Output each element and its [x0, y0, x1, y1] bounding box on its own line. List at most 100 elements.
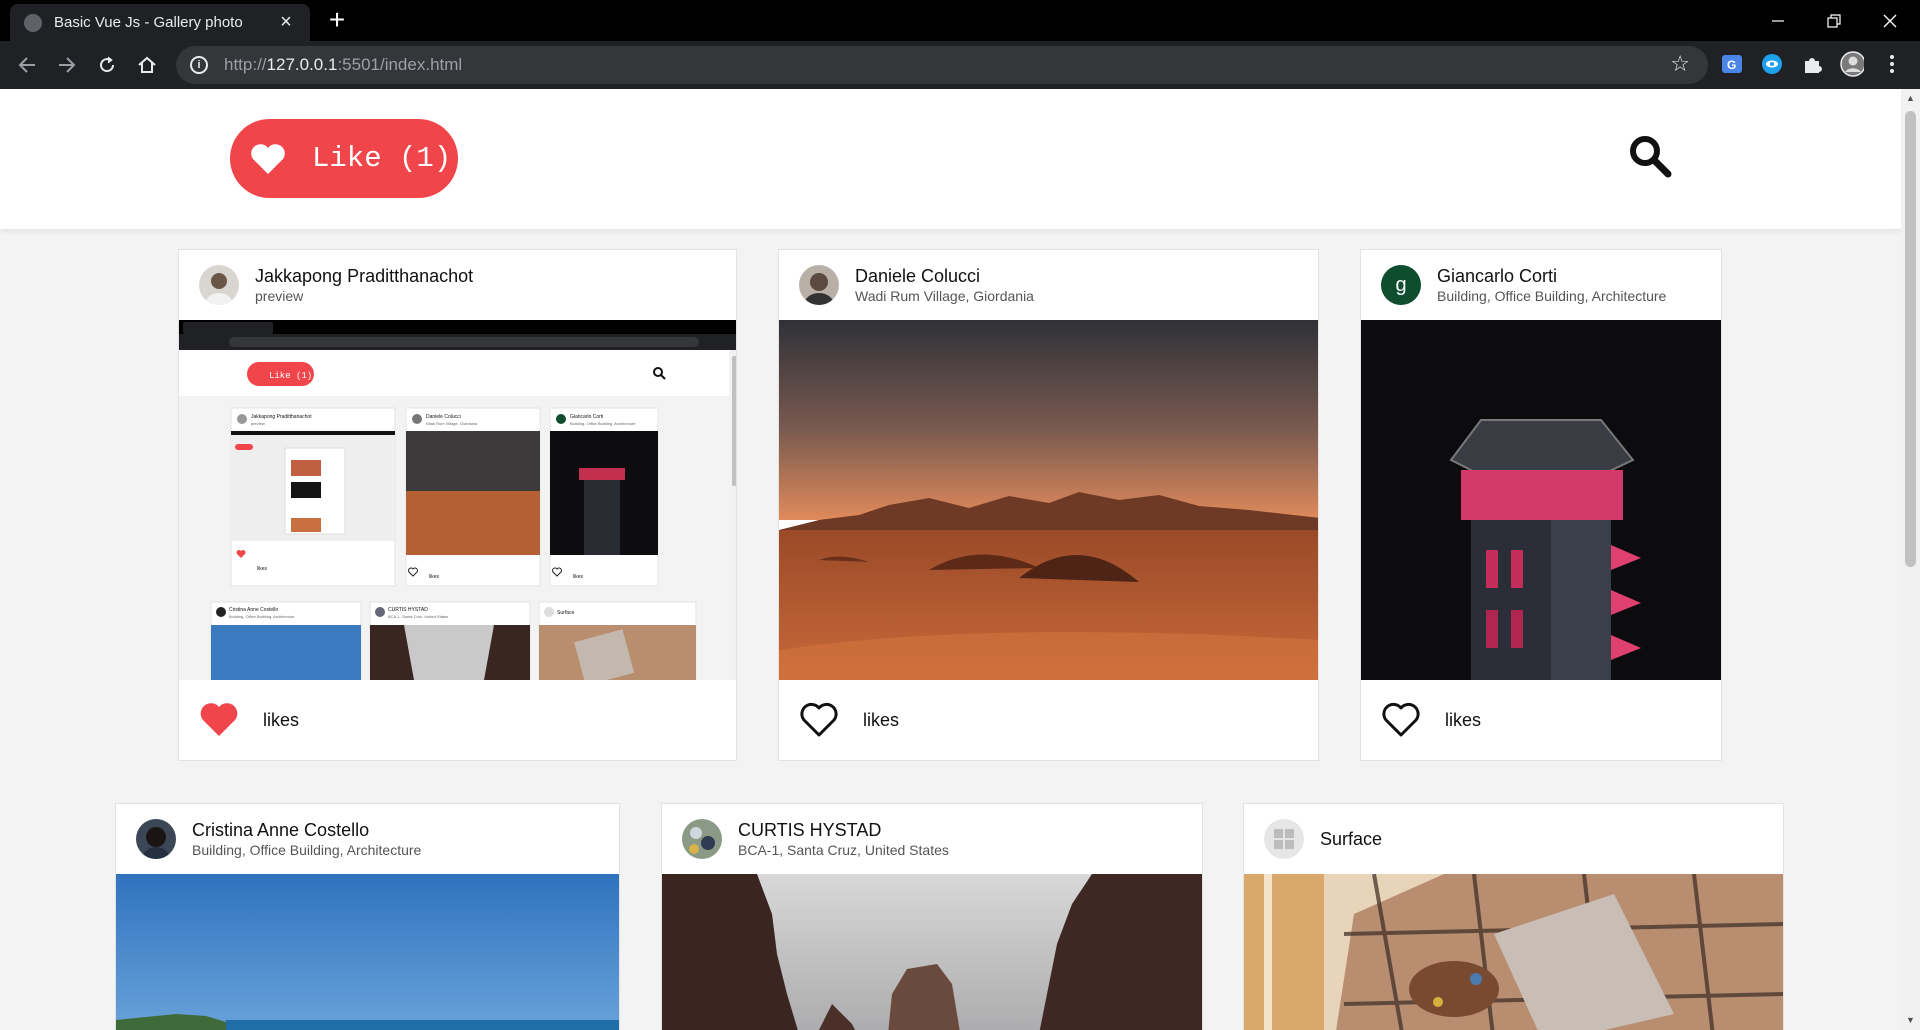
tab-title: Basic Vue Js - Gallery photo [54, 14, 243, 31]
close-icon [1883, 14, 1897, 27]
heart-filled-icon[interactable] [199, 702, 239, 738]
preview-user-location: preview [251, 421, 265, 426]
scrollbar-thumb[interactable] [1905, 111, 1916, 567]
user-name[interactable]: Giancarlo Corti [1437, 266, 1666, 287]
user-location: Building, Office Building, Architecture [192, 841, 422, 858]
translate-extension-icon[interactable]: G [1720, 52, 1744, 76]
avatar-letter: g [1381, 265, 1421, 305]
avatar [136, 819, 176, 859]
page-viewport: Like (1) Jakkapong Praditthanachot previ… [0, 89, 1901, 1030]
preview-user-name: Giancarlo Corti [570, 414, 603, 420]
photo-card: Surface [1243, 803, 1784, 1030]
extension-eye-icon[interactable] [1760, 52, 1784, 76]
minimize-button[interactable] [1750, 0, 1806, 41]
menu-kebab-icon[interactable] [1880, 52, 1904, 76]
preview-user-name: CURTIS HYSTAD [388, 607, 428, 613]
preview-user-name: Daniele Colucci [426, 414, 461, 420]
address-bar[interactable]: i http://127.0.0.1:5501/index.html ☆ [176, 46, 1708, 84]
preview-likes-label: likes [573, 574, 584, 580]
globe-icon [24, 13, 42, 32]
photo-card: Daniele Colucci Wadi Rum Village, Giorda… [778, 249, 1319, 761]
user-location: BCA-1, Santa Cruz, United States [738, 841, 949, 858]
user-location: preview [255, 287, 304, 304]
avatar [682, 819, 722, 859]
preview-user-location: BCA-1, Santa Cruz, United States [388, 614, 448, 619]
card-header: g Giancarlo Corti Building, Office Build… [1361, 250, 1721, 320]
site-header: Like (1) [0, 89, 1901, 229]
card-header: Cristina Anne Costello Building, Office … [116, 804, 619, 874]
forward-button[interactable] [52, 50, 82, 80]
minimize-icon [1772, 19, 1784, 22]
user-name[interactable]: CURTIS HYSTAD [738, 820, 949, 841]
scroll-up-icon[interactable]: ▲ [1905, 93, 1916, 104]
user-location: Building, Office Building, Architecture [1437, 287, 1667, 304]
svg-text:G: G [1727, 58, 1736, 72]
like-counter-label: Like (1) [312, 142, 452, 175]
arrow-right-icon [59, 57, 76, 73]
likes-label: likes [863, 709, 900, 730]
preview-user-location: Building, Office Building, Architecture [229, 614, 295, 619]
desert-photo[interactable] [779, 320, 1318, 680]
close-window-button[interactable] [1862, 0, 1918, 41]
preview-user-name: Cristina Anne Costello [229, 607, 278, 613]
user-name[interactable]: Surface [1320, 829, 1382, 850]
restore-icon [1827, 13, 1841, 28]
sea-stack-photo[interactable] [662, 874, 1202, 1030]
likes-label: likes [1445, 709, 1482, 730]
search-button[interactable] [1628, 134, 1672, 178]
card-header: Surface [1244, 804, 1783, 874]
home-button[interactable] [132, 50, 162, 80]
card-header: CURTIS HYSTAD BCA-1, Santa Cruz, United … [662, 804, 1202, 874]
user-name[interactable]: Jakkapong Praditthanachot [255, 266, 473, 287]
card-footer: likes [179, 680, 736, 760]
surface-laptop-photo[interactable] [1244, 874, 1783, 1030]
user-location: Wadi Rum Village, Giordania [855, 287, 1034, 304]
puzzle-extensions-icon[interactable] [1800, 52, 1824, 76]
browser-tab-bar: Basic Vue Js - Gallery photo × + [0, 0, 1920, 41]
card-header: Jakkapong Praditthanachot preview [179, 250, 736, 320]
preview-likes-label: likes [429, 574, 440, 580]
browser-toolbar: i http://127.0.0.1:5501/index.html ☆ G [0, 41, 1920, 89]
like-counter-button[interactable]: Like (1) [230, 119, 458, 198]
scroll-down-icon[interactable]: ▼ [1905, 1015, 1916, 1026]
tower-photo[interactable] [1361, 320, 1721, 680]
likes-label: likes [263, 709, 300, 730]
page-scrollbar[interactable]: ▲ ▼ [1901, 89, 1920, 1030]
card-header: Daniele Colucci Wadi Rum Village, Giorda… [779, 250, 1318, 320]
avatar [199, 265, 239, 305]
search-icon [1630, 136, 1672, 178]
preview-user-location: Building, Office Building, Architecture [570, 421, 636, 426]
arrow-left-icon [18, 57, 35, 73]
restore-button[interactable] [1806, 0, 1862, 41]
preview-likes-label: likes [257, 566, 268, 572]
reload-button[interactable] [92, 50, 122, 80]
photo-card: CURTIS HYSTAD BCA-1, Santa Cruz, United … [661, 803, 1203, 1030]
photo-card: Jakkapong Praditthanachot preview Like (… [178, 249, 737, 761]
new-tab-button[interactable]: + [322, 6, 352, 36]
heart-icon [251, 143, 285, 174]
user-name[interactable]: Cristina Anne Costello [192, 820, 421, 841]
back-button[interactable] [12, 50, 42, 80]
browser-tab[interactable]: Basic Vue Js - Gallery photo × [10, 4, 310, 41]
preview-user-name: Jakkapong Praditthanachot [251, 414, 312, 420]
avatar [799, 265, 839, 305]
profile-avatar-icon[interactable] [1840, 51, 1864, 77]
home-icon [138, 56, 156, 73]
user-name[interactable]: Daniele Colucci [855, 266, 1034, 287]
info-icon[interactable]: i [190, 56, 208, 74]
card-footer: likes [1361, 680, 1721, 760]
heart-outline-icon[interactable] [799, 702, 839, 738]
windows-logo-icon [1264, 819, 1304, 859]
card-footer: likes [779, 680, 1318, 760]
reload-icon [100, 56, 115, 73]
preview-screenshot-image[interactable]: Like (1) Jakkapong Praditthanachot previ… [179, 320, 736, 680]
heart-outline-icon[interactable] [1381, 702, 1421, 738]
photo-card: Cristina Anne Costello Building, Office … [115, 803, 620, 1030]
coast-photo[interactable] [116, 874, 619, 1030]
preview-like-label: Like (1) [269, 371, 312, 381]
url-text: http://127.0.0.1:5501/index.html [224, 55, 463, 74]
photo-card: g Giancarlo Corti Building, Office Build… [1360, 249, 1722, 761]
bookmark-star-icon[interactable]: ☆ [1670, 51, 1690, 77]
close-tab-icon[interactable]: × [276, 11, 296, 34]
preview-user-name: Surface [557, 610, 574, 616]
